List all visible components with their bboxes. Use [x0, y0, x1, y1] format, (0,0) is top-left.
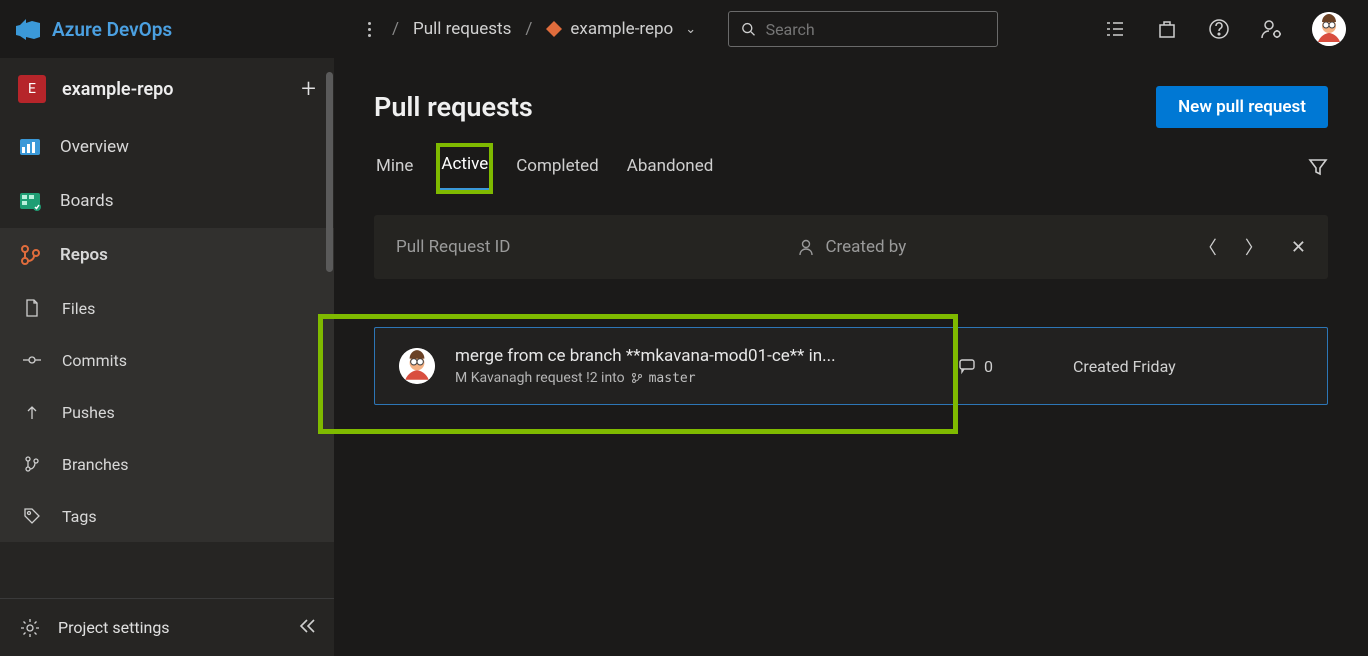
crumb-separator: /: [525, 19, 532, 39]
filter-created-by[interactable]: Created by: [797, 237, 1180, 257]
tabs: Mine Active Completed Abandoned: [374, 146, 1328, 191]
sidebar-item-label: Tags: [62, 507, 97, 526]
project-badge: E: [18, 75, 46, 103]
project-name: example-repo: [62, 79, 174, 100]
search-icon: [741, 21, 755, 37]
next-icon[interactable]: 〉: [1245, 234, 1263, 260]
scrollbar[interactable]: [326, 72, 333, 272]
page-title: Pull requests: [374, 91, 533, 123]
filter-pr-id[interactable]: Pull Request ID: [396, 237, 779, 257]
tab-abandoned[interactable]: Abandoned: [625, 148, 716, 190]
sidebar-item-label: Overview: [60, 137, 129, 157]
filter-icon[interactable]: [1308, 157, 1328, 181]
tab-completed[interactable]: Completed: [514, 148, 601, 190]
new-pull-request-button[interactable]: New pull request: [1156, 86, 1328, 128]
branch-icon: [631, 372, 643, 384]
user-settings-icon[interactable]: [1260, 18, 1282, 40]
pr-subtitle: M Kavanagh request !2 into master: [455, 370, 895, 386]
pushes-icon: [20, 400, 44, 424]
crumb-separator: /: [392, 19, 399, 39]
sidebar-item-label: Commits: [62, 351, 127, 370]
search-input[interactable]: [766, 20, 986, 39]
avatar[interactable]: [1312, 12, 1346, 46]
overview-icon: [18, 135, 42, 159]
sidebar-item-branches[interactable]: Branches: [0, 438, 334, 490]
tab-mine[interactable]: Mine: [374, 148, 415, 190]
prev-icon[interactable]: 〈: [1199, 234, 1217, 260]
crumb-repo[interactable]: example-repo ⌄: [546, 19, 696, 39]
tags-icon: [20, 504, 44, 528]
gear-icon: [18, 616, 42, 640]
marketplace-icon[interactable]: [1156, 18, 1178, 40]
chevron-down-icon: ⌄: [685, 22, 696, 37]
branches-icon: [20, 452, 44, 476]
page-header: Pull requests New pull request: [374, 86, 1328, 128]
main-content: Pull requests New pull request Mine Acti…: [334, 58, 1368, 656]
pr-title: merge from ce branch **mkavana-mod01-ce*…: [455, 346, 895, 366]
pr-created: Created Friday: [1073, 357, 1303, 376]
sidebar-item-label: Boards: [60, 191, 114, 211]
pr-comments: 0: [958, 357, 993, 376]
brand-text: Azure DevOps: [52, 18, 172, 41]
sidebar-item-repos[interactable]: Repos: [0, 228, 334, 282]
help-icon[interactable]: [1208, 18, 1230, 40]
sidebar-item-pushes[interactable]: Pushes: [0, 386, 334, 438]
sidebar: E example-repo + Overview Boards Repos F…: [0, 58, 334, 656]
boards-icon: [18, 189, 42, 213]
pr-author-avatar: [399, 348, 435, 384]
sidebar-item-commits[interactable]: Commits: [0, 334, 334, 386]
sidebar-item-label: Repos: [60, 245, 108, 265]
tab-active[interactable]: Active: [439, 146, 490, 191]
sidebar-item-tags[interactable]: Tags: [0, 490, 334, 542]
filter-nav: 〈 〉 ✕: [1199, 234, 1306, 260]
person-icon: [797, 238, 815, 256]
work-items-icon[interactable]: [1104, 18, 1126, 40]
repo-icon: [546, 21, 562, 37]
breadcrumb: / Pull requests / example-repo ⌄: [392, 19, 696, 39]
sidebar-item-label: Pushes: [62, 403, 115, 422]
close-icon[interactable]: ✕: [1291, 237, 1306, 258]
collapse-icon[interactable]: [298, 617, 316, 639]
sidebar-item-boards[interactable]: Boards: [0, 174, 334, 228]
pr-title-block: merge from ce branch **mkavana-mod01-ce*…: [455, 346, 895, 386]
comment-icon: [958, 357, 976, 375]
sidebar-settings[interactable]: Project settings: [0, 598, 334, 656]
top-icons: [1104, 12, 1352, 46]
azure-devops-logo-icon: [16, 17, 40, 41]
crumb-page[interactable]: Pull requests: [413, 19, 511, 39]
pull-request-row[interactable]: merge from ce branch **mkavana-mod01-ce*…: [374, 327, 1328, 405]
sidebar-item-overview[interactable]: Overview: [0, 120, 334, 174]
filter-bar: Pull Request ID Created by 〈 〉 ✕: [374, 215, 1328, 279]
commits-icon: [20, 348, 44, 372]
more-menu-icon[interactable]: [360, 22, 378, 37]
sidebar-item-label: Files: [62, 299, 95, 318]
files-icon: [20, 296, 44, 320]
search[interactable]: [728, 11, 998, 47]
project-row[interactable]: E example-repo +: [0, 58, 334, 120]
sidebar-item-files[interactable]: Files: [0, 282, 334, 334]
add-icon[interactable]: +: [301, 74, 316, 104]
sidebar-item-label: Project settings: [58, 618, 170, 637]
sidebar-item-label: Branches: [62, 455, 129, 474]
brand-block[interactable]: Azure DevOps: [16, 17, 346, 41]
repos-icon: [18, 243, 42, 267]
top-bar: Azure DevOps / Pull requests / example-r…: [0, 0, 1368, 58]
